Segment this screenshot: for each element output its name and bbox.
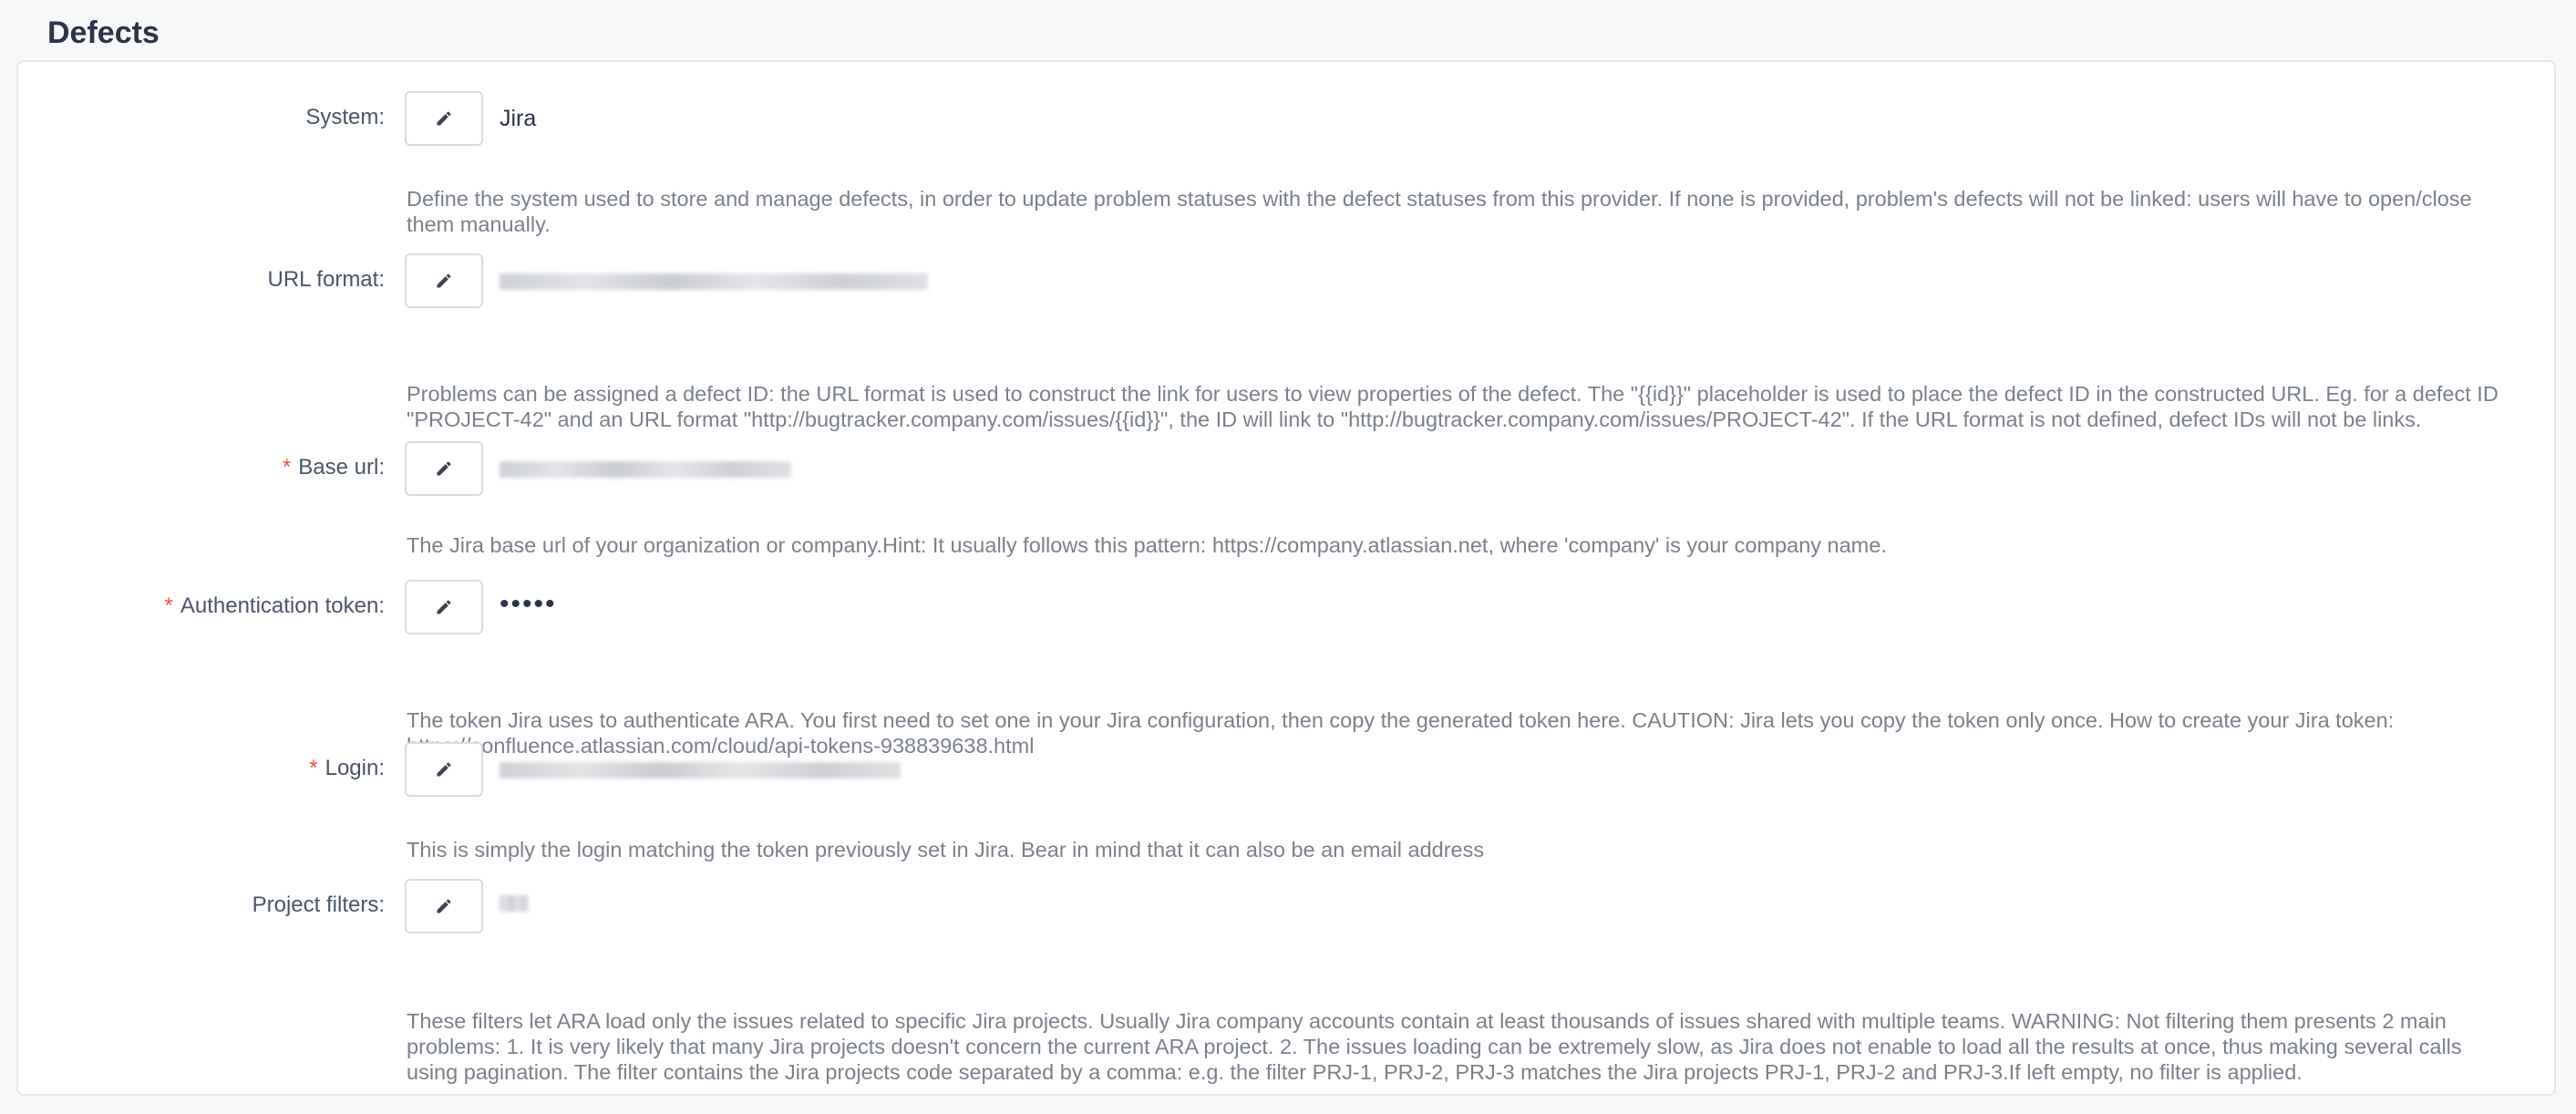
system-label: System: [305,105,385,129]
authentication-token-value: ••••• [500,589,557,619]
field-label: URL format: [18,266,385,294]
login-label: Login: [325,756,385,780]
url-format-description: Problems can be assigned a defect ID: th… [407,382,2499,431]
field-label: * Login: [18,755,385,782]
field-label: System: [18,104,385,131]
edit-url-format-button[interactable] [405,253,483,308]
pencil-icon [437,273,451,288]
pencil-icon [437,600,451,614]
edit-authentication-token-button[interactable] [405,580,483,634]
project-filters-description: These filters let ARA load only the issu… [407,1009,2462,1084]
system-value: Jira [500,106,537,131]
edit-project-filters-button[interactable] [405,879,483,933]
edit-login-button[interactable] [405,742,483,797]
pencil-icon [437,111,451,126]
url-format-label: URL format: [267,267,385,292]
system-description: Define the system used to store and mana… [407,187,2472,236]
required-marker: * [309,756,318,780]
authentication-token-label: Authentication token: [180,593,385,618]
required-marker: * [282,455,292,480]
pencil-icon [437,461,451,476]
base-url-value-redacted [500,461,791,478]
pencil-icon [437,762,451,777]
login-description: This is simply the login matching the to… [407,838,1485,861]
field-label: Project filters: [18,892,385,919]
edit-system-button[interactable] [405,91,483,146]
field-label: * Authentication token: [18,593,386,620]
defects-settings-panel: System: Jira Define the system used to s… [16,60,2556,1096]
project-filters-value-redacted [500,895,529,912]
base-url-description: The Jira base url of your organization o… [407,533,1887,557]
login-value-redacted [500,762,901,779]
required-marker: * [164,593,173,618]
field-label: * Base url: [18,454,385,481]
page-title: Defects [47,15,160,50]
pencil-icon [437,899,451,913]
authentication-token-description: The token Jira uses to authenticate ARA.… [407,708,2395,758]
edit-base-url-button[interactable] [405,441,483,496]
project-filters-label: Project filters: [252,892,385,917]
base-url-label: Base url: [298,455,385,480]
url-format-value-redacted [500,273,928,290]
